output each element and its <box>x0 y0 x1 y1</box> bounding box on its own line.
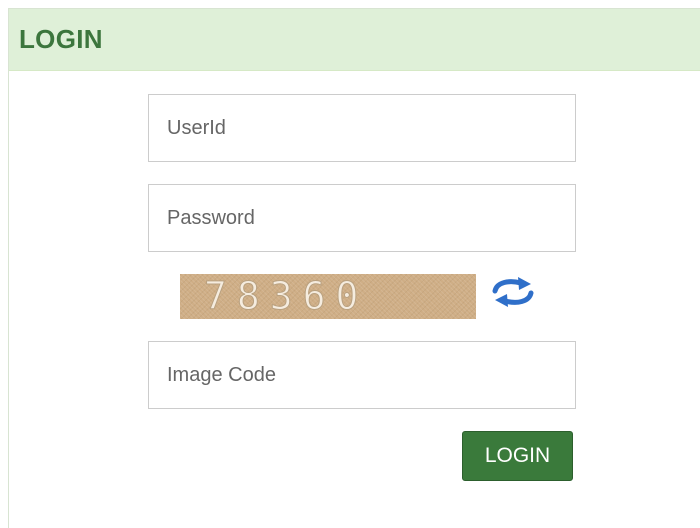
panel-title: LOGIN <box>19 24 103 54</box>
captcha-text: 78360 <box>203 274 369 318</box>
image-code-input[interactable] <box>148 341 576 409</box>
panel-header: LOGIN <box>9 9 700 71</box>
login-button[interactable]: LOGIN <box>462 431 573 481</box>
captcha-image: 78360 <box>180 274 476 319</box>
password-input[interactable] <box>148 184 576 252</box>
refresh-icon[interactable] <box>489 276 537 308</box>
userid-input[interactable] <box>148 94 576 162</box>
login-panel: LOGIN <box>8 8 700 528</box>
